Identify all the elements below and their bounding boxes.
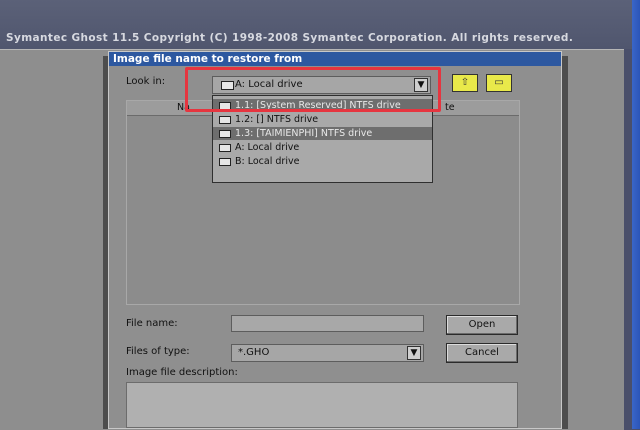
ghost-header-bar: Symantec Ghost 11.5 Copyright (C) 1998-2… <box>0 0 640 49</box>
column-date-header[interactable]: te <box>445 101 455 115</box>
dropdown-item-label: 1.2: [] NTFS drive <box>235 114 319 125</box>
app-title: Symantec Ghost 11.5 Copyright (C) 1998-2… <box>6 32 574 44</box>
dropdown-item[interactable]: A: Local drive <box>213 141 432 154</box>
dropdown-item[interactable]: 1.3: [TAIMIENPHI] NTFS drive <box>213 127 432 140</box>
image-description-box[interactable] <box>126 382 518 428</box>
dropdown-item[interactable]: B: Local drive <box>213 155 432 168</box>
file-name-input[interactable] <box>231 315 424 332</box>
up-folder-button[interactable]: ⇧ <box>452 74 478 92</box>
up-folder-icon: ⇧ <box>460 77 470 88</box>
open-button[interactable]: Open <box>446 315 518 335</box>
dropdown-arrow-icon[interactable]: ▼ <box>407 346 421 360</box>
dialog-title: Image file name to restore from <box>109 52 561 66</box>
dropdown-item-label: 1.3: [TAIMIENPHI] NTFS drive <box>235 128 373 139</box>
desktop-edge <box>632 0 640 429</box>
dropdown-item-label: A: Local drive <box>235 142 300 153</box>
red-highlight-box <box>185 67 441 112</box>
new-folder-button[interactable]: ▭ <box>486 74 512 92</box>
files-of-type-value: *.GHO <box>238 347 270 358</box>
files-of-type-label: Files of type: <box>126 346 190 357</box>
cancel-button[interactable]: Cancel <box>446 343 518 363</box>
drive-icon <box>219 158 231 166</box>
dropdown-item-label: B: Local drive <box>235 156 300 167</box>
drive-icon <box>219 116 231 124</box>
drive-icon <box>219 130 231 138</box>
file-name-label: File name: <box>126 318 178 329</box>
files-of-type-combo[interactable]: *.GHO ▼ <box>231 344 424 362</box>
look-in-label: Look in: <box>126 76 166 87</box>
description-label: Image file description: <box>126 367 238 378</box>
drive-icon <box>219 144 231 152</box>
dropdown-item[interactable]: 1.2: [] NTFS drive <box>213 113 432 126</box>
new-folder-icon: ▭ <box>494 77 504 88</box>
